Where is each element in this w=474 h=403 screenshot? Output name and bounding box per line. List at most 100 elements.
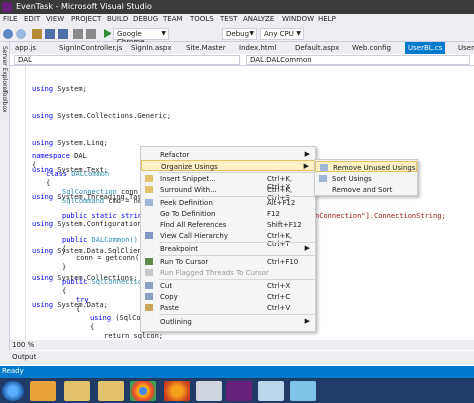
menu-item-paste[interactable]: Paste Ctrl+V — [141, 302, 315, 313]
visual-studio-logo-icon — [2, 2, 12, 12]
save-icon[interactable] — [45, 29, 55, 39]
remove-unused-icon — [320, 164, 328, 171]
namespace-line: namespace DAL — [32, 152, 87, 160]
firefox-icon[interactable] — [164, 381, 190, 401]
run-flagged-icon — [145, 269, 153, 276]
menu-file[interactable]: FILE — [3, 15, 17, 23]
context-menu: Refactor ▶ Organize Usings ▶ Insert Snippe… — [140, 146, 316, 332]
editor-margin — [10, 66, 26, 340]
snippet-icon — [145, 175, 153, 182]
chevron-down-icon: ▼ — [161, 30, 166, 37]
menu-item-breakpoint[interactable]: Breakpoint ▶ — [141, 243, 315, 254]
menu-item-sort-usings[interactable]: Sort Usings — [315, 173, 417, 184]
menu-view[interactable]: VIEW — [46, 15, 64, 23]
menu-debug[interactable]: DEBUG — [133, 15, 158, 23]
menu-item-view-call-hierarchy[interactable]: View Call Hierarchy Ctrl+K, Ctrl+T — [141, 230, 315, 248]
tab-users[interactable]: Users — [455, 42, 474, 54]
project-dropdown-value: DAL — [18, 56, 32, 64]
save-all-icon[interactable] — [58, 29, 68, 39]
zoom-level[interactable]: 100 % — [12, 341, 34, 349]
chevron-right-icon: ▶ — [304, 150, 310, 158]
redo-icon[interactable] — [86, 29, 96, 39]
window-title: EvenTask - Microsoft Visual Studio — [16, 2, 152, 11]
tab-index-html[interactable]: Index.html — [236, 42, 279, 54]
menu-item-run-to-cursor[interactable]: Run To Cursor Ctrl+F10 — [141, 256, 315, 267]
menu-tools[interactable]: TOOLS — [190, 15, 214, 23]
surround-icon — [145, 186, 153, 193]
platform-dropdown[interactable]: Any CPU ▼ — [260, 28, 304, 40]
menu-separator — [159, 314, 315, 315]
chevron-down-icon: ▼ — [296, 30, 301, 37]
menu-analyze[interactable]: ANALYZE — [243, 15, 274, 23]
organize-usings-submenu: Remove Unused Usings Sort Usings Remove … — [314, 159, 418, 196]
menu-item-find-all-references[interactable]: Find All References Shift+F12 — [141, 219, 315, 230]
menu-item-remove-unused-usings[interactable]: Remove Unused Usings — [315, 161, 417, 172]
method2-signature: public SqlConnection — [62, 278, 147, 286]
tab-signin-aspx[interactable]: SignIn.aspx — [128, 42, 175, 54]
type-dropdown[interactable]: DAL.DALCommon — [246, 55, 470, 65]
folder-icon[interactable] — [98, 381, 124, 401]
tab-signincontroller-js[interactable]: SignInController.js — [56, 42, 125, 54]
cut-icon — [145, 282, 153, 289]
return-line: return sqlcon; — [104, 332, 164, 340]
title-bar: EvenTask - Microsoft Visual Studio — [0, 0, 474, 14]
tab-userbl-cs[interactable]: UserBL.cs — [405, 42, 446, 54]
tab-web-config[interactable]: Web.config — [349, 42, 394, 54]
server-explorer-tab[interactable]: Server Explorer — [1, 46, 8, 93]
sort-usings-icon — [319, 175, 327, 182]
run-target-dropdown[interactable]: Google Chrome▼ — [113, 28, 169, 46]
back-icon[interactable] — [3, 29, 13, 39]
paint-icon[interactable] — [290, 381, 316, 401]
run-cursor-icon — [145, 258, 153, 265]
paste-icon — [145, 304, 153, 311]
type-dropdown-value: DAL.DALCommon — [250, 56, 312, 64]
toolbox-tab[interactable]: Toolbox — [1, 90, 8, 113]
menu-item-surround-with[interactable]: Surround With... Ctrl+K, Ctrl+S — [141, 184, 315, 202]
menu-item-run-flagged-threads[interactable]: Run Flagged Threads To Cursor — [141, 267, 315, 278]
tab-site-master[interactable]: Site.Master — [183, 42, 229, 54]
menu-item-remove-and-sort[interactable]: Remove and Sort — [315, 184, 417, 195]
menu-edit[interactable]: EDIT — [24, 15, 40, 23]
undo-icon[interactable] — [73, 29, 83, 39]
forward-icon[interactable] — [16, 29, 26, 39]
menu-project[interactable]: PROJECT — [71, 15, 101, 23]
menu-item-insert-snippet[interactable]: Insert Snippet... Ctrl+K, Ctrl+X — [141, 173, 315, 191]
chevron-right-icon: ▶ — [304, 244, 310, 252]
menu-window[interactable]: WINDOW — [282, 15, 314, 23]
open-file-icon[interactable] — [32, 29, 42, 39]
menu-item-peek-definition[interactable]: Peek Definition Alt+F12 — [141, 197, 315, 208]
chrome-icon[interactable] — [130, 381, 156, 401]
snipping-tool-icon[interactable] — [196, 381, 222, 401]
method-signature: public static string — [62, 212, 147, 220]
menu-item-copy[interactable]: Copy Ctrl+C — [141, 291, 315, 302]
menu-test[interactable]: TEST — [220, 15, 237, 23]
menu-item-outlining[interactable]: Outlining ▶ — [141, 316, 315, 327]
notepad-icon[interactable] — [258, 381, 284, 401]
file-explorer-icon[interactable] — [64, 381, 90, 401]
menu-item-refactor[interactable]: Refactor ▶ — [141, 149, 315, 160]
project-dropdown[interactable]: DAL — [14, 55, 240, 65]
tab-app-js[interactable]: app.js — [12, 42, 39, 54]
menu-item-go-to-definition[interactable]: Go To Definition F12 — [141, 208, 315, 219]
output-panel-tab[interactable]: Output — [0, 351, 474, 365]
output-label: Output — [12, 353, 37, 361]
menu-build[interactable]: BUILD — [107, 15, 128, 23]
config-dropdown[interactable]: Debug ▼ — [222, 28, 257, 40]
start-icon[interactable] — [2, 381, 24, 401]
menu-help[interactable]: HELP — [318, 15, 336, 23]
peek-icon — [145, 199, 153, 206]
start-debugging-icon[interactable] — [104, 29, 112, 38]
connection-string-tail: nConnection"].ConnectionString; — [315, 212, 446, 220]
media-player-icon[interactable] — [30, 381, 56, 401]
menu-item-organize-usings[interactable]: Organize Usings ▶ — [141, 160, 315, 171]
hierarchy-icon — [145, 232, 153, 239]
visual-studio-icon[interactable] — [226, 381, 252, 401]
navigation-bar: DAL DAL.DALCommon — [10, 54, 474, 66]
menu-team[interactable]: TEAM — [163, 15, 183, 23]
class-declaration: class DALCommon — [46, 170, 110, 178]
toolbar: Google Chrome▼ Debug▼ Any CPU▼ — [0, 26, 474, 46]
tab-default-aspx[interactable]: Default.aspx — [292, 42, 342, 54]
using-statement: using (SqlCo — [90, 314, 141, 322]
menu-item-cut[interactable]: Cut Ctrl+X — [141, 280, 315, 291]
constructor-line: public DALCommon() — [62, 236, 138, 244]
